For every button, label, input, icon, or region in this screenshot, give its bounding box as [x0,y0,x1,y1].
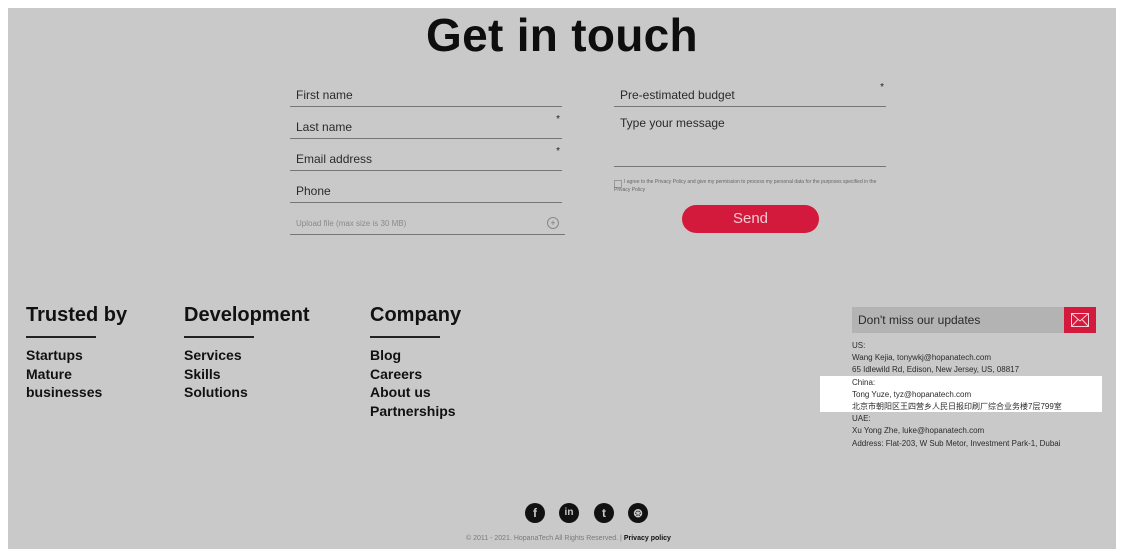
required-mark: * [556,114,560,125]
first-name-field[interactable]: First name [290,80,562,107]
message-placeholder[interactable]: Type your message [620,116,725,130]
first-name-placeholder: First name [296,88,353,102]
footer-link-about-us[interactable]: About us [370,383,456,402]
phone-placeholder: Phone [296,184,331,198]
last-name-placeholder: Last name [296,120,353,134]
footer-link-blog[interactable]: Blog [370,346,456,365]
contact-uae-address: Address: Flat-203, W Sub Metor, Investme… [852,438,1061,448]
budget-field[interactable]: Pre-estimated budget * [614,80,886,107]
development-rule [184,336,254,338]
footer-copyright: © 2011 - 2021. HopanaTech All Rights Res… [466,535,671,542]
subscribe-placeholder: Don't miss our updates [858,313,981,327]
subscribe-button[interactable] [1064,307,1096,333]
message-field-underline [614,166,886,167]
plus-icon[interactable]: + [547,217,559,229]
footer-link-skills[interactable]: Skills [184,365,248,384]
email-field[interactable]: Email address * [290,144,562,171]
trusted-by-heading: Trusted by [26,304,128,326]
contact-region-uae: UAE: [852,414,871,424]
consent-text: I agree to the Privacy Policy and give m… [614,179,877,193]
trusted-by-rule [26,336,96,338]
contact-china-person: Tong Yuze, tyz@hopanatech.com [852,389,972,399]
company-list: Blog Careers About us Partnerships [370,346,456,420]
frame-top [0,0,1124,8]
contact-region-china: China: [852,377,876,387]
trusted-by-list: Startups Mature businesses [26,346,102,402]
phone-field[interactable]: Phone [290,176,562,203]
email-placeholder: Email address [296,152,373,166]
frame-right [1116,0,1124,549]
subscribe-input[interactable]: Don't miss our updates [852,307,1064,333]
send-button[interactable]: Send [682,205,819,233]
development-heading: Development [184,304,310,326]
upload-field[interactable]: Upload file (max size is 30 MB) + [290,208,565,235]
upload-placeholder: Upload file (max size is 30 MB) [296,219,407,228]
footer-link-businesses[interactable]: businesses [26,383,102,402]
frame-left [0,0,8,549]
footer-link-startups[interactable]: Startups [26,346,102,365]
last-name-field[interactable]: Last name * [290,112,562,139]
linkedin-icon[interactable]: in [559,503,579,523]
envelope-icon [1071,313,1089,327]
company-heading: Company [370,304,462,326]
contact-china-address: 北京市朝阳区王四营乡人民日报印刷厂综合业务楼7层799室 [852,402,1062,412]
twitter-icon[interactable]: t [594,503,614,523]
privacy-policy-link[interactable]: Privacy policy [624,535,671,542]
footer-link-partnerships[interactable]: Partnerships [370,402,456,421]
required-mark: * [556,146,560,157]
footer-link-mature[interactable]: Mature [26,365,102,384]
company-rule [370,336,440,338]
dribbble-icon[interactable]: ⊛ [628,503,648,523]
footer-link-solutions[interactable]: Solutions [184,383,248,402]
facebook-icon[interactable]: f [525,503,545,523]
contact-info: US: Wang Kejia, tonywkj@hopanatech.com 6… [852,340,1062,450]
contact-region-us: US: [852,341,866,350]
required-mark: * [880,82,884,93]
contact-page: Get in touch First name Last name * Emai… [0,0,1124,549]
contact-us-person: Wang Kejia, tonywkj@hopanatech.com [852,353,992,363]
budget-placeholder: Pre-estimated budget [620,88,735,102]
contact-uae-person: Xu Yong Zhe, luke@hopanatech.com [852,426,985,436]
footer-link-services[interactable]: Services [184,346,248,365]
page-title: Get in touch [426,9,698,61]
development-list: Services Skills Solutions [184,346,248,402]
copyright-text: © 2011 - 2021. HopanaTech All Rights Res… [466,535,622,542]
footer-link-careers[interactable]: Careers [370,365,456,384]
contact-us-address: 65 Idlewild Rd, Edison, New Jersey, US, … [852,365,1020,375]
